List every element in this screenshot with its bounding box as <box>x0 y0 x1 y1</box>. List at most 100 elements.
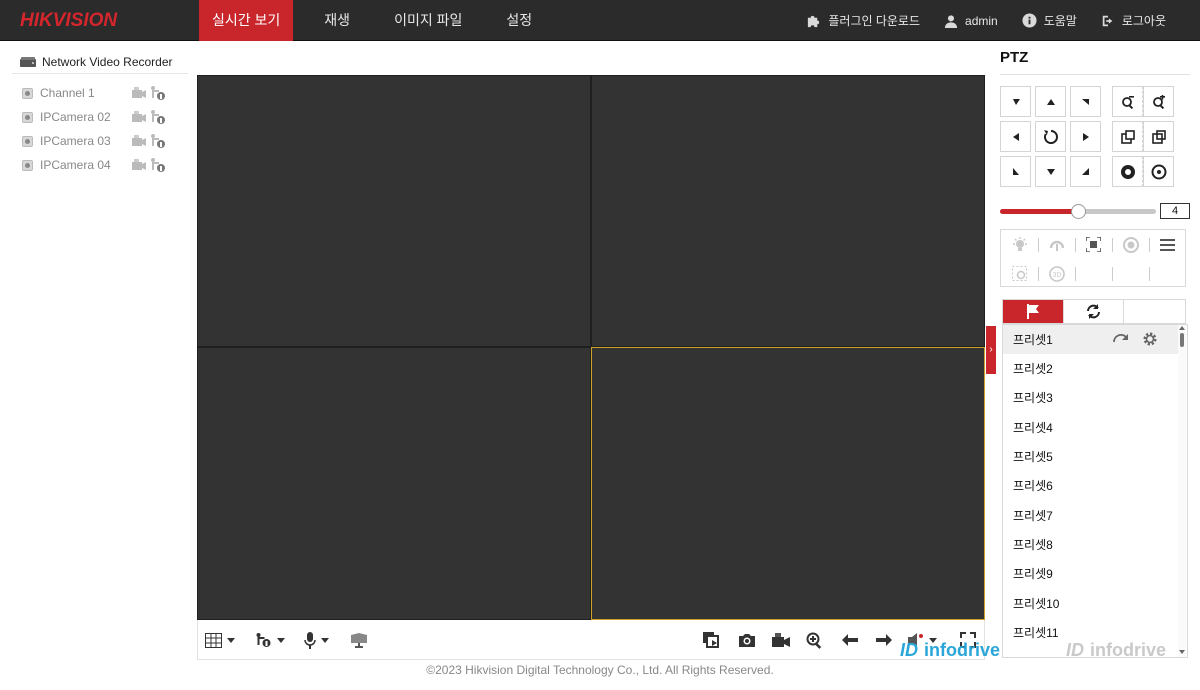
preset-label: 프리셋9 <box>1013 567 1053 581</box>
iris-close-button[interactable] <box>1143 156 1174 187</box>
lens-init-button[interactable] <box>1112 230 1149 259</box>
ptz-down-left-button[interactable] <box>1000 156 1031 187</box>
preset-label: 프리셋10 <box>1013 597 1060 611</box>
zoom-in-icon <box>806 632 822 649</box>
stream-settings-icon[interactable] <box>150 133 166 149</box>
plugin-download-link[interactable]: 플러그인 다운로드 <box>806 12 920 29</box>
arrow-down-left-icon <box>1012 167 1019 175</box>
camera-status-icon <box>22 87 33 99</box>
ptz-left-button[interactable] <box>1000 121 1031 152</box>
zoom-in-button[interactable] <box>1143 86 1174 117</box>
preset-item[interactable]: 프리셋10 <box>1003 589 1179 618</box>
arrow-up-right-icon <box>1081 98 1089 105</box>
channel-item[interactable]: Channel 1 <box>22 83 172 103</box>
grid-layout-icon <box>205 632 222 648</box>
video-window[interactable] <box>197 347 591 620</box>
ptz-down-right-button[interactable] <box>1070 156 1101 187</box>
scroll-up-icon[interactable] <box>1179 326 1185 330</box>
divider <box>1075 267 1076 281</box>
tab-patrol[interactable] <box>1064 300 1125 323</box>
nav-playback[interactable]: 재생 <box>311 0 363 41</box>
ptz-menu-button[interactable] <box>1149 230 1186 259</box>
next-page-button[interactable] <box>876 630 892 650</box>
view-mode-button[interactable] <box>350 630 368 650</box>
nav-picture[interactable]: 이미지 파일 <box>381 0 475 41</box>
window-layout-button[interactable] <box>205 630 235 650</box>
preset-scrollbar[interactable] <box>1178 325 1186 657</box>
video-window-selected[interactable] <box>591 347 985 620</box>
preset-item[interactable]: 프리셋7 <box>1003 501 1179 530</box>
channel-item[interactable]: IPCamera 03 <box>22 131 172 151</box>
logout-link[interactable]: 로그아웃 <box>1101 12 1166 29</box>
audio-talk-button[interactable] <box>304 630 329 650</box>
channel-label: IPCamera 04 <box>40 158 111 172</box>
digital-zoom-button[interactable] <box>806 630 823 650</box>
region-zoom-button[interactable] <box>1001 259 1038 288</box>
help-link[interactable]: 도움말 <box>1022 12 1077 29</box>
iris-open-button[interactable] <box>1112 156 1143 187</box>
record-icon[interactable] <box>132 87 146 99</box>
video-record-icon <box>772 632 790 647</box>
preset-item[interactable]: 프리셋6 <box>1003 471 1179 500</box>
previous-page-button[interactable] <box>842 630 858 650</box>
video-window[interactable] <box>591 75 985 347</box>
light-button[interactable] <box>1001 230 1038 259</box>
chevron-right-icon: › <box>989 344 993 355</box>
auto-focus-button[interactable] <box>1075 230 1112 259</box>
wiper-button[interactable] <box>1038 230 1075 259</box>
collapse-panel-button[interactable]: › <box>986 326 996 374</box>
ptz-right-button[interactable] <box>1070 121 1101 152</box>
gear-icon[interactable] <box>1143 332 1157 346</box>
scroll-thumb[interactable] <box>1180 333 1184 347</box>
focus-near-button[interactable] <box>1112 121 1143 152</box>
preset-item[interactable]: 프리셋5 <box>1003 442 1179 471</box>
3d-positioning-button[interactable]: 3D <box>1038 259 1075 288</box>
preset-item[interactable]: 프리셋8 <box>1003 530 1179 559</box>
camera-status-icon <box>22 111 33 123</box>
scroll-down-icon[interactable] <box>1179 650 1185 654</box>
record-icon[interactable] <box>132 159 146 171</box>
logout-label: 로그아웃 <box>1121 14 1166 28</box>
nvr-device-icon <box>20 56 36 67</box>
preset-label: 프리셋1 <box>1013 333 1053 347</box>
help-label: 도움말 <box>1043 14 1077 28</box>
tab-preset[interactable] <box>1003 300 1064 323</box>
zoom-out-button[interactable] <box>1112 86 1143 117</box>
ptz-up-left-button[interactable] <box>1000 86 1031 117</box>
ptz-down-button[interactable] <box>1035 156 1066 187</box>
preset-item-selected[interactable]: 프리셋1 <box>1003 325 1179 354</box>
channel-item[interactable]: IPCamera 04 <box>22 155 172 175</box>
tab-pattern[interactable] <box>1124 300 1185 323</box>
preset-item[interactable]: 프리셋4 <box>1003 413 1179 442</box>
nav-configuration[interactable]: 설정 <box>493 0 545 41</box>
channel-item[interactable]: IPCamera 02 <box>22 107 172 127</box>
stream-settings-icon[interactable] <box>150 85 166 101</box>
record-icon[interactable] <box>132 111 146 123</box>
video-window[interactable] <box>197 75 591 347</box>
preset-item[interactable]: 프리셋3 <box>1003 383 1179 412</box>
arrow-right-icon <box>1082 132 1089 141</box>
channel-label: IPCamera 03 <box>40 134 111 148</box>
nav-live-view[interactable]: 실시간 보기 <box>199 0 294 41</box>
stop-all-live-button[interactable] <box>703 630 720 650</box>
focus-far-button[interactable] <box>1143 121 1174 152</box>
record-button[interactable] <box>772 630 790 650</box>
ptz-speed-slider[interactable] <box>1000 204 1156 219</box>
preset-item[interactable]: 프리셋9 <box>1003 559 1179 588</box>
ptz-speed-knob[interactable] <box>1071 204 1086 219</box>
goto-preset-icon[interactable] <box>1113 332 1129 344</box>
preset-item[interactable]: 프리셋2 <box>1003 354 1179 383</box>
stream-settings-icon[interactable] <box>150 109 166 125</box>
stream-type-button[interactable] <box>255 630 285 650</box>
user-icon <box>944 14 958 28</box>
capture-button[interactable] <box>738 630 756 650</box>
ptz-up-button[interactable] <box>1035 86 1066 117</box>
ptz-auto-scan-button[interactable] <box>1035 121 1066 152</box>
ptz-up-right-button[interactable] <box>1070 86 1101 117</box>
stream-settings-icon[interactable] <box>150 157 166 173</box>
user-link[interactable]: admin <box>944 14 998 28</box>
device-tree-root[interactable]: Network Video Recorder <box>12 50 188 74</box>
record-icon[interactable] <box>132 135 146 147</box>
chevron-down-icon <box>277 637 285 643</box>
zoom-control <box>1112 86 1174 117</box>
